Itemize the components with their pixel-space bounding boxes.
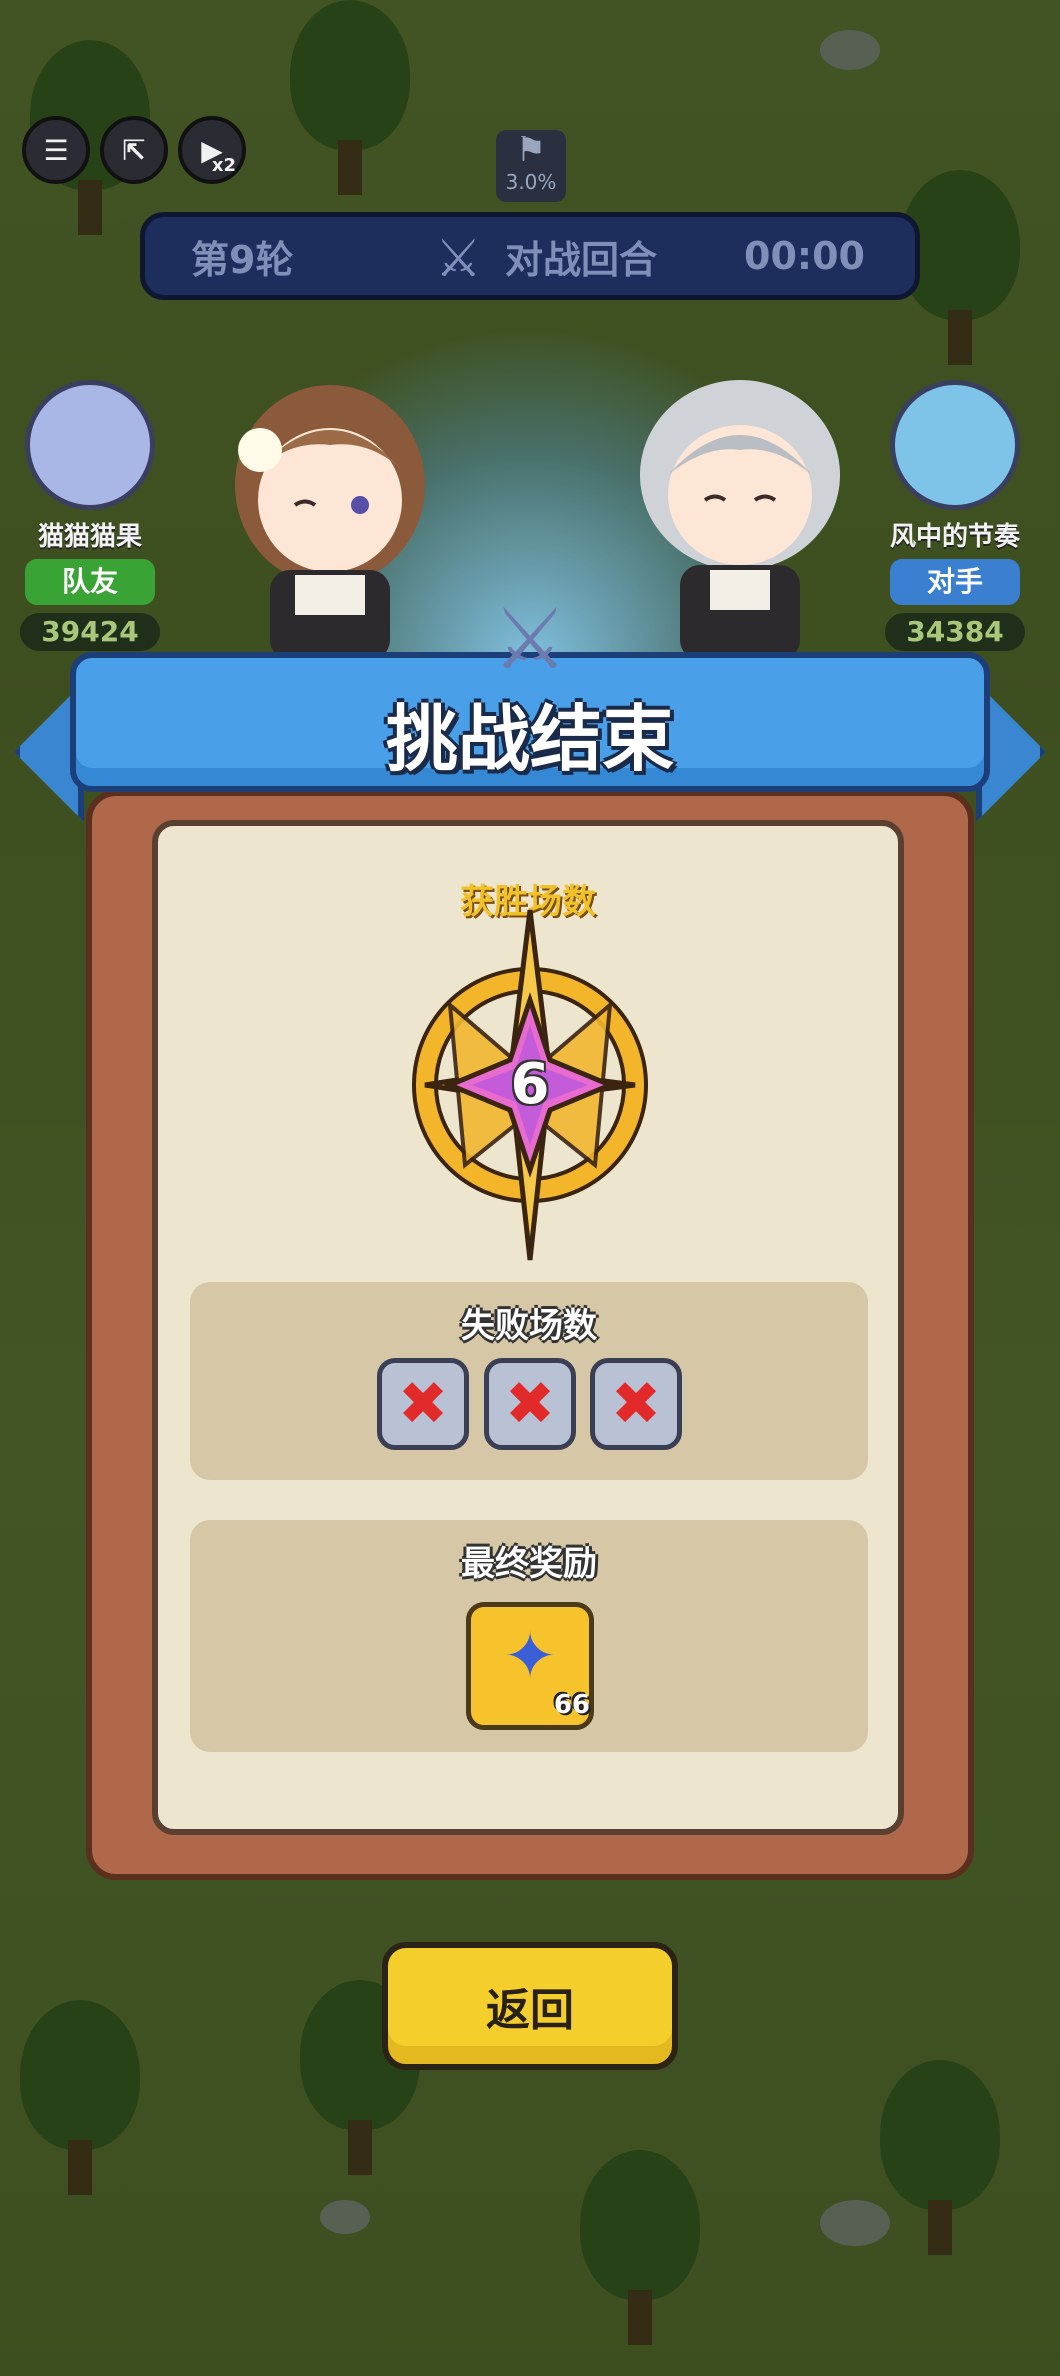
teammate-score: 39424 [20, 613, 160, 651]
red-x-icon: ✖ [504, 1369, 556, 1439]
exit-button[interactable]: ⇱ [100, 116, 168, 184]
crossed-swords-icon: ⚔ [492, 590, 568, 688]
teammate-tag: 队友 [25, 559, 155, 605]
menu-button[interactable]: ☰ [22, 116, 90, 184]
avatar [890, 380, 1020, 510]
menu-icon: ☰ [43, 133, 69, 167]
loss-mark: ✖ [590, 1358, 682, 1450]
speed-button[interactable]: ▶ x2 [178, 116, 246, 184]
loss-mark: ✖ [484, 1358, 576, 1450]
teammate-card: 猫猫猫果 队友 39424 [10, 380, 170, 651]
back-button[interactable]: 返回 [382, 1942, 678, 2070]
reward-count: 66 [553, 1690, 590, 1720]
rate-indicator: ⚑ 3.0% [496, 130, 566, 202]
losses-label: 失败场数 [461, 1306, 597, 1346]
opponent-tag: 对手 [890, 559, 1020, 605]
girl-character [235, 385, 425, 660]
dialog-title: 挑战结束 [385, 697, 674, 781]
red-x-icon: ✖ [397, 1369, 449, 1439]
exit-icon: ⇱ [122, 133, 146, 167]
opponent-card: 风中的节奏 对手 34384 [875, 380, 1035, 651]
rate-value: 3.0% [505, 170, 557, 194]
medal-icon: ✦ [503, 1620, 557, 1694]
opponent-name: 风中的节奏 [889, 522, 1020, 552]
round-label: 第9轮 [191, 237, 294, 282]
red-x-icon: ✖ [610, 1369, 662, 1439]
round-timer: 00:00 [744, 234, 865, 278]
teammate-name: 猫猫猫果 [37, 522, 142, 552]
loss-mark: ✖ [377, 1358, 469, 1450]
avatar [25, 380, 155, 510]
speed-label: x2 [211, 155, 236, 176]
wins-count: 6 [510, 1052, 550, 1117]
opponent-score: 34384 [885, 613, 1025, 651]
boy-character [640, 380, 840, 660]
reward-label: 最终奖励 [461, 1544, 597, 1584]
flag-icon: ⚑ [515, 130, 547, 170]
